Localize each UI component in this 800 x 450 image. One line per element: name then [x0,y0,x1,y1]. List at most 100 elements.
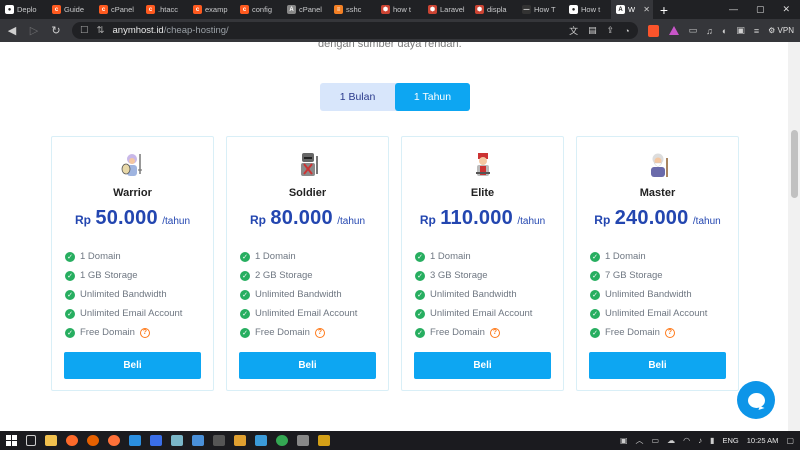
brave-rewards-icon[interactable] [668,26,679,35]
windows-start-icon[interactable] [6,435,17,446]
feature-item: ✓ 3 GB Storage [415,266,532,285]
firefox-icon[interactable] [87,435,99,446]
chat-button[interactable] [737,381,775,419]
firefox-dev-icon[interactable] [108,435,120,446]
vscode-icon[interactable] [129,435,141,446]
translate-icon[interactable]: 文 [569,24,578,37]
scrollbar[interactable] [788,42,800,431]
price-currency: Rp [74,213,91,227]
buy-button[interactable]: Beli [589,352,726,379]
notification-icon[interactable]: ▢ [786,436,794,445]
extensions-icon[interactable]: ◐ [722,26,727,36]
cloud-icon[interactable]: ☁ [667,436,675,445]
plan-price: Rp 80.000 /tahun [227,207,388,230]
tab-title: Deplo [17,5,37,14]
minimize-button[interactable]: — [729,4,738,15]
tab-title: cPanel [299,5,322,14]
chrome-icon[interactable] [276,435,288,446]
browser-tab[interactable]: ≡ sshc [329,0,376,19]
chevron-up-icon[interactable]: ︿ [636,435,644,446]
notepad-icon[interactable] [171,435,183,446]
site-info-icon[interactable]: ⇅ [97,25,105,36]
help-icon[interactable]: ? [139,327,150,338]
browser-tab[interactable]: — How T [517,0,564,19]
app-icon[interactable] [192,435,204,446]
feature-label: Unlimited Bandwidth [605,289,692,300]
address-bar-actions: 文 ▤ ⇪ ◔ [569,24,630,37]
wifi-icon[interactable]: ◠ [683,436,690,445]
volume-icon[interactable]: ♪ [698,436,702,445]
check-icon: ✓ [65,270,75,281]
zoom-icon[interactable] [150,435,162,446]
browser-tab[interactable]: AcPanel [282,0,329,19]
app-icon-2[interactable] [318,435,330,446]
help-icon[interactable]: ? [664,327,675,338]
yearly-toggle-button[interactable]: 1 Tahun [395,83,470,111]
tab-title: how t [393,5,411,14]
reload-button[interactable]: ↻ [50,24,62,37]
browser-tab[interactable]: ● How t [564,0,611,19]
clock[interactable]: 10:25 AM [747,436,779,445]
plan-price: Rp 50.000 /tahun [52,207,213,230]
browser-tab[interactable]: ● Deplo [0,0,47,19]
help-icon[interactable]: ? [489,327,500,338]
toolbar-right: ▭ ♫ ◐ ▣ ≡ ⚙ VPN [689,25,794,36]
maximize-button[interactable]: ▢ [756,4,765,15]
sidebar-icon[interactable]: ▭ [689,25,698,36]
check-icon: ✓ [240,289,250,300]
buy-button[interactable]: Beli [239,352,376,379]
price-amount: 110.000 [440,207,513,229]
brave-pinned-icon[interactable] [234,435,246,446]
network-icon[interactable]: ▭ [652,436,660,445]
check-icon: ✓ [65,251,75,262]
music-icon[interactable]: ♫ [706,26,713,36]
forward-button[interactable]: ▷ [28,24,40,37]
browser-tab[interactable]: ⬢ displa [470,0,517,19]
scroll-thumb[interactable] [791,130,798,198]
back-button[interactable]: ◀ [6,24,18,37]
feature-label: 1 Domain [80,251,121,262]
monthly-toggle-button[interactable]: 1 Bulan [320,83,395,111]
reader-mode-icon[interactable]: ▤ [588,25,597,36]
brave-taskbar-icon[interactable] [66,435,78,446]
menu-icon[interactable]: ≡ [754,26,759,36]
new-tab-button[interactable]: + [653,2,675,18]
vpn-button[interactable]: ⚙ VPN [768,26,794,35]
pricing-card-warrior: Warrior Rp 50.000 /tahun ✓ 1 Domain ✓ 1 GB St… [51,136,214,391]
browser-tab[interactable]: c cPanel [94,0,141,19]
language-indicator[interactable]: ENG [722,436,738,445]
tool-icon[interactable] [297,435,309,446]
battery-icon[interactable]: ▮ [710,436,714,445]
address-bar[interactable]: ☐ ⇅ anymhost.id/cheap-hosting/ 文 ▤ ⇪ ◔ [72,22,638,39]
browser-tab[interactable]: c examp [188,0,235,19]
feature-item: ✓ Unlimited Bandwidth [415,285,532,304]
share-icon[interactable]: ⇪ [607,25,615,36]
tab-title: W [628,5,636,14]
rss-icon[interactable]: ◔ [624,26,629,36]
brave-shields-icon[interactable] [647,24,659,37]
tab-close-icon[interactable]: ✕ [643,5,650,14]
browser-tab[interactable]: c .htacc [141,0,188,19]
browser-tab[interactable]: ⬢ how t [376,0,423,19]
tab-favicon-icon: c [99,5,108,14]
browser-tab[interactable]: A W ✕ [611,0,653,19]
camera-icon[interactable]: ▣ [620,436,628,445]
feature-item: ✓ 1 Domain [415,247,532,266]
buy-button[interactable]: Beli [414,352,551,379]
file-explorer-icon[interactable] [45,435,57,446]
terminal-icon[interactable] [213,435,225,446]
bookmark-icon[interactable]: ☐ [80,25,89,36]
task-view-icon[interactable] [26,435,36,446]
browser-tab[interactable]: ⬢ Laravel [423,0,470,19]
wallet-icon[interactable]: ▣ [736,25,745,36]
buy-button[interactable]: Beli [64,352,201,379]
check-icon: ✓ [415,308,425,319]
help-icon[interactable]: ? [314,327,325,338]
tab-title: Laravel [440,5,465,14]
teams-icon[interactable] [255,435,267,446]
browser-tab[interactable]: c Guide [47,0,94,19]
feature-item: ✓ Unlimited Email Account [240,304,357,323]
browser-tab[interactable]: c config [235,0,282,19]
warrior-icon [118,150,148,180]
close-window-button[interactable]: ✕ [782,4,790,15]
